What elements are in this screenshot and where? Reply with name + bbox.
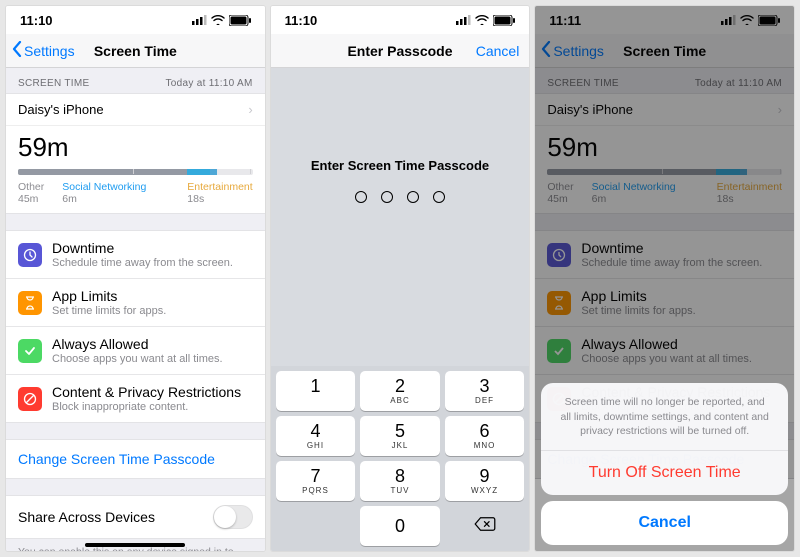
nav-title: Enter Passcode: [347, 43, 452, 59]
content-sub: Block inappropriate content.: [52, 401, 241, 413]
backspace-icon: [474, 516, 496, 537]
device-row[interactable]: Daisy's iPhone ›: [6, 94, 265, 126]
nav-bar: Settings Screen Time: [6, 34, 265, 68]
phone-enter-passcode: 11:10 Enter Passcode Cancel Enter Screen…: [271, 6, 530, 551]
passcode-dot: [381, 191, 393, 203]
back-label: Settings: [24, 43, 75, 59]
key-8[interactable]: 8TUV: [360, 461, 440, 501]
action-sheet-backdrop[interactable]: Screen time will no longer be reported, …: [535, 6, 794, 551]
action-sheet-message: Screen time will no longer be reported, …: [541, 383, 788, 450]
cat-social-value: 6m: [62, 193, 146, 205]
signal-icon: [456, 13, 471, 28]
key-7[interactable]: 7PQRS: [276, 461, 356, 501]
cancel-button[interactable]: Cancel: [476, 43, 520, 59]
change-passcode-row[interactable]: Change Screen Time Passcode: [6, 439, 265, 479]
status-time: 11:10: [20, 13, 53, 28]
feature-list: DowntimeSchedule time away from the scre…: [6, 230, 265, 423]
wifi-icon: [211, 15, 225, 25]
battery-icon: [493, 15, 515, 26]
always-sub: Choose apps you want at all times.: [52, 353, 223, 365]
key-blank: [276, 506, 356, 546]
phone-turn-off-confirm: 11:11 Settings Screen Time SCREEN TIME T…: [535, 6, 794, 551]
status-bar: 11:10: [6, 6, 265, 34]
chevron-right-icon: ›: [248, 102, 252, 117]
row-content-privacy[interactable]: Content & Privacy RestrictionsBlock inap…: [6, 374, 265, 422]
status-bar: 11:10: [271, 6, 530, 34]
usage-categories: Other45m Social Networking6m Entertainme…: [6, 181, 265, 213]
always-title: Always Allowed: [52, 336, 223, 352]
cat-social-label: Social Networking: [62, 181, 146, 193]
turn-off-screen-time-button[interactable]: Turn Off Screen Time: [541, 450, 788, 495]
key-6[interactable]: 6MNO: [445, 416, 525, 456]
status-time: 11:10: [285, 13, 318, 28]
key-9[interactable]: 9WXYZ: [445, 461, 525, 501]
section-header-left: SCREEN TIME: [18, 78, 89, 89]
numeric-keypad: 1 2ABC 3DEF 4GHI 5JKL 6MNO 7PQRS 8TUV 9W…: [271, 366, 530, 551]
key-4[interactable]: 4GHI: [276, 416, 356, 456]
key-2[interactable]: 2ABC: [360, 371, 440, 411]
no-entry-icon: [18, 387, 42, 411]
section-header-right: Today at 11:10 AM: [165, 78, 252, 89]
passcode-dot: [407, 191, 419, 203]
action-sheet-cancel-button[interactable]: Cancel: [541, 501, 788, 545]
cat-ent-value: 18s: [187, 193, 252, 205]
share-toggle[interactable]: [213, 505, 253, 529]
content-title: Content & Privacy Restrictions: [52, 384, 241, 400]
back-button[interactable]: Settings: [12, 41, 75, 60]
applimits-sub: Set time limits for apps.: [52, 305, 166, 317]
nav-bar: Enter Passcode Cancel: [271, 34, 530, 68]
cat-other-value: 45m: [18, 193, 44, 205]
row-always-allowed[interactable]: Always AllowedChoose apps you want at al…: [6, 326, 265, 374]
phone-screen-time-settings: 11:10 Settings Screen Time SCREEN TIME T…: [6, 6, 265, 551]
key-3[interactable]: 3DEF: [445, 371, 525, 411]
key-backspace[interactable]: [445, 506, 525, 546]
battery-icon: [229, 15, 251, 26]
key-1[interactable]: 1: [276, 371, 356, 411]
share-label: Share Across Devices: [18, 509, 155, 525]
applimits-title: App Limits: [52, 288, 166, 304]
downtime-icon: [18, 243, 42, 267]
check-icon: [18, 339, 42, 363]
home-indicator[interactable]: [85, 543, 185, 547]
wifi-icon: [475, 15, 489, 25]
key-0[interactable]: 0: [360, 506, 440, 546]
section-header: SCREEN TIME Today at 11:10 AM: [6, 68, 265, 93]
downtime-sub: Schedule time away from the screen.: [52, 257, 233, 269]
passcode-dots: [271, 191, 530, 203]
usage-card: Daisy's iPhone › 59m Other45m Social Net…: [6, 93, 265, 214]
row-downtime[interactable]: DowntimeSchedule time away from the scre…: [6, 231, 265, 278]
share-across-devices-row[interactable]: Share Across Devices: [6, 496, 265, 538]
cat-ent-label: Entertainment: [187, 181, 252, 193]
usage-total: 59m: [6, 126, 265, 165]
usage-bar: [18, 169, 253, 175]
passcode-prompt: Enter Screen Time Passcode: [271, 158, 530, 173]
nav-title: Screen Time: [94, 43, 177, 59]
downtime-title: Downtime: [52, 240, 233, 256]
row-app-limits[interactable]: App LimitsSet time limits for apps.: [6, 278, 265, 326]
chevron-left-icon: [12, 41, 22, 60]
passcode-dot: [355, 191, 367, 203]
signal-icon: [192, 13, 207, 28]
passcode-dot: [433, 191, 445, 203]
cat-other-label: Other: [18, 181, 44, 193]
action-sheet: Screen time will no longer be reported, …: [541, 383, 788, 495]
device-name: Daisy's iPhone: [18, 102, 104, 117]
key-5[interactable]: 5JKL: [360, 416, 440, 456]
hourglass-icon: [18, 291, 42, 315]
